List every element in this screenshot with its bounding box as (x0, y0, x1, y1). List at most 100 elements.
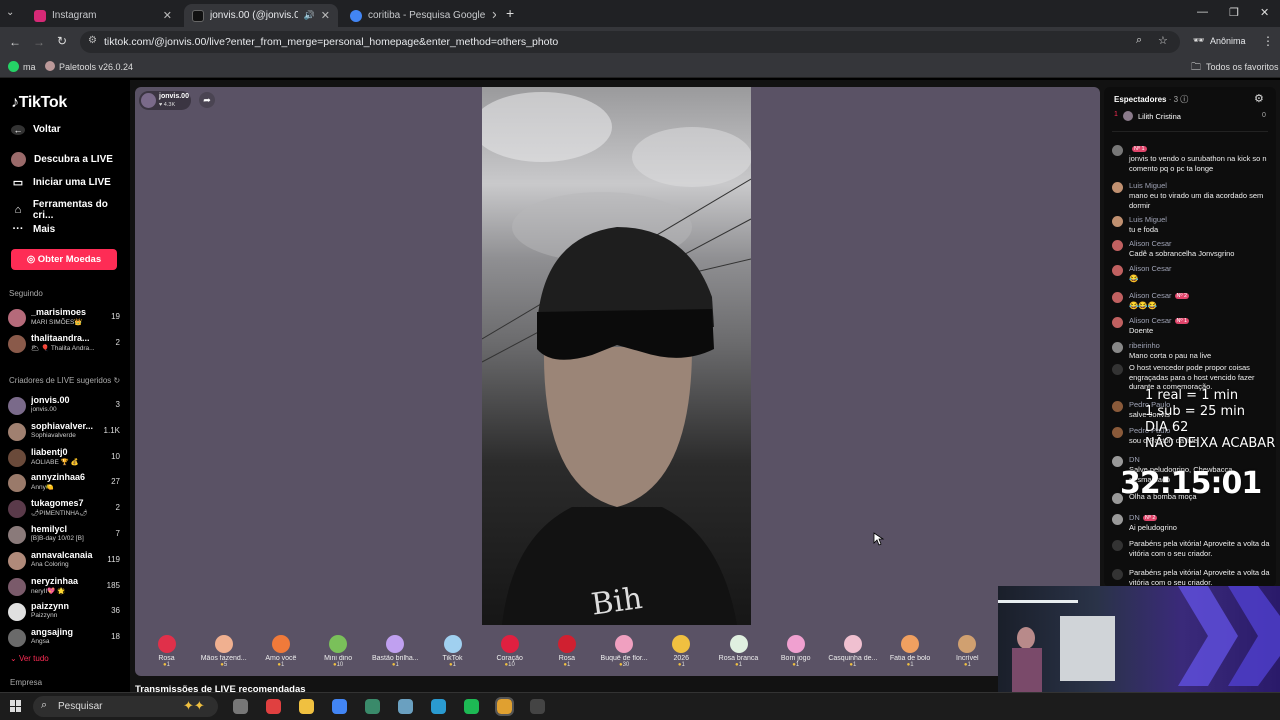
gift-item[interactable]: Fatia de bolo ●1 (882, 635, 939, 673)
close-tab-icon[interactable]: ✕ (163, 9, 172, 22)
bookmark-star-icon[interactable]: ☆ (1158, 34, 1168, 47)
forward-icon[interactable]: → (33, 35, 45, 49)
nav-creator-tools[interactable]: ⌂ Ferramentas do cri... (11, 199, 130, 221)
nav-start-live[interactable]: ▭ Iniciar uma LIVE (11, 176, 111, 189)
taskbar-search[interactable]: ⌕ Pesquisar ✦✦ (33, 696, 218, 717)
top-viewer-row[interactable]: 1 Lilith Cristina 0 (1114, 111, 1269, 123)
suggested-account[interactable]: hemilycl [B]B-day 10/02 [B] 7 (8, 523, 126, 547)
nav-more[interactable]: ··· Mais (11, 223, 56, 235)
back-icon[interactable]: ← (9, 35, 21, 49)
gift-name: Bom jogo (780, 655, 811, 662)
suggested-account[interactable]: paizzynn Paizzynn 36 (8, 600, 126, 624)
edge-icon[interactable] (431, 699, 446, 714)
profile-label[interactable]: Anônima (1210, 36, 1246, 46)
host-pill[interactable]: jonvis.00 ♥ 4.3K (139, 91, 191, 110)
task-view-icon[interactable] (233, 699, 248, 714)
reload-icon[interactable]: ↻ (57, 34, 67, 48)
gift-item[interactable]: Incrível ●1 (939, 635, 996, 673)
tab-google[interactable]: coritiba - Pesquisa Google ✕ (342, 4, 496, 27)
suggested-account[interactable]: sophiavalver... Sophiavalverde 1.1K (8, 420, 126, 444)
spotify-icon[interactable] (464, 699, 479, 714)
share-icon[interactable]: ➦ (199, 92, 215, 108)
address-bar[interactable]: ⚙ tiktok.com/@jonvis.00/live?enter_from_… (80, 31, 1180, 53)
close-tab-icon[interactable]: ✕ (491, 9, 496, 22)
restore-icon[interactable]: ❐ (1229, 6, 1239, 19)
chat-username[interactable]: Alison Cesar (1129, 239, 1172, 248)
following-account[interactable]: thalitaandra... 🌥 🎈 Thalita Andra... 2 (8, 332, 126, 356)
gift-item[interactable]: Buquê de flor... ●30 (596, 635, 653, 673)
suggested-account[interactable]: liabentj0 AOLIABE 🏆 💰 10 (8, 446, 126, 470)
chat-username[interactable]: Luis Miguel (1129, 181, 1167, 190)
gift-item[interactable]: Rosa ●1 (538, 635, 595, 673)
chat-username[interactable]: Alison Cesar Nº 1 (1129, 316, 1190, 325)
coin-icon: ◎ (26, 254, 36, 265)
account-name: annavalcanaia (31, 549, 93, 560)
app-icon[interactable] (365, 699, 380, 714)
suggested-account[interactable]: jonvis.00 jonvis.00 3 (8, 394, 126, 418)
gift-item[interactable]: Rosa ●1 (138, 635, 195, 673)
settings-gear-icon[interactable]: ⚙ (1254, 92, 1264, 105)
bookmark-item[interactable]: Paletools v26.0.24 (59, 62, 133, 72)
viewer-count: 27 (111, 477, 120, 487)
close-tab-icon[interactable]: ✕ (321, 9, 330, 22)
suggested-account[interactable]: annyzinhaa6 Anny🍋 27 (8, 471, 126, 495)
zoom-search-icon[interactable]: ⌕ (1136, 34, 1142, 47)
tab-tiktok[interactable]: jonvis.00 (@jonvis.00) com 🔊 ✕ (184, 4, 338, 27)
tab-instagram[interactable]: Instagram ✕ (26, 4, 180, 27)
tab-search-icon[interactable]: ⌄ (6, 7, 14, 18)
new-tab-button[interactable]: + (506, 5, 514, 21)
gift-name: Mini dino (324, 655, 353, 662)
file-explorer-icon[interactable] (299, 699, 314, 714)
chat-username[interactable]: ribeirinho (1129, 341, 1160, 350)
app-icon[interactable] (398, 699, 413, 714)
gift-item[interactable]: Amo você ●1 (252, 635, 309, 673)
host-name: jonvis.00 (159, 93, 189, 100)
following-account[interactable]: _marisimoes MARI SIMÕES👑 19 (8, 306, 126, 330)
chat-username[interactable]: Luis Miguel (1129, 215, 1167, 224)
windows-start-icon[interactable] (10, 700, 22, 712)
chat-username[interactable]: DN (1129, 455, 1140, 464)
gift-item[interactable]: 2026 ●1 (653, 635, 710, 673)
suggested-account[interactable]: angsajing Angsa 18 (8, 626, 126, 650)
bookmark-item[interactable]: ma (23, 62, 36, 72)
gift-item[interactable]: Mãos fazend... ●5 (195, 635, 252, 673)
chat-avatar (1112, 317, 1123, 328)
sidebar: ♪TikTok ← Voltar Descubra a LIVE ▭ Inici… (0, 80, 130, 692)
chrome-icon[interactable] (332, 699, 347, 714)
suggested-account[interactable]: tukagomes7 🌶PIMENTINHA🌶 2 (8, 497, 126, 521)
chrome-icon[interactable] (495, 697, 514, 716)
gift-item[interactable]: Bom jogo ●1 (767, 635, 824, 673)
menu-icon[interactable]: ⋮ (1262, 34, 1274, 48)
close-window-icon[interactable]: ✕ (1260, 6, 1269, 19)
gift-item[interactable]: Coração ●10 (481, 635, 538, 673)
gift-item[interactable]: Bastão brilha... ●1 (367, 635, 424, 673)
chat-username[interactable]: Alison Cesar Nº 2 (1129, 291, 1190, 300)
incognito-icon: 🕶 (1193, 35, 1205, 45)
gift-price: ●1 (449, 662, 456, 668)
gift-price: ●1 (563, 662, 571, 668)
get-coins-button[interactable]: ◎ Obter Moedas (11, 249, 117, 270)
app-icon[interactable] (266, 699, 281, 714)
gift-item[interactable]: Rosa branca ●1 (710, 635, 767, 673)
minimize-icon[interactable]: — (1197, 6, 1208, 18)
nav-discover-live[interactable]: Descubra a LIVE (11, 152, 113, 167)
chat-username[interactable]: Nº 1 (1129, 144, 1147, 153)
nav-back[interactable]: ← Voltar (11, 124, 61, 135)
gift-item[interactable]: Mini dino ●10 (310, 635, 367, 673)
all-bookmarks[interactable]: Todos os favoritos (1206, 62, 1279, 72)
obs-icon[interactable] (530, 699, 545, 714)
tiktok-logo[interactable]: ♪TikTok (11, 94, 67, 112)
chat-username[interactable]: Alison Cesar (1129, 264, 1172, 273)
suggested-account[interactable]: neryzinhaa neryII💖 🌟 185 (8, 575, 126, 599)
gift-price: ●5 (220, 662, 228, 668)
gift-item[interactable]: TikTok ●1 (424, 635, 481, 673)
account-name: annyzinhaa6 (31, 472, 86, 483)
site-info-icon[interactable]: ⚙ (88, 35, 97, 46)
chat-username[interactable]: DN Nº 2 (1129, 513, 1158, 522)
gift-item[interactable]: Casquinha de... ●1 (824, 635, 881, 673)
see-all-link[interactable]: ⌄ Ver tudo (10, 654, 49, 663)
speaker-icon[interactable]: 🔊 (304, 10, 315, 21)
live-video[interactable]: Bih (482, 87, 751, 625)
suggested-account[interactable]: annavalcanaia Ana Coloring 119 (8, 549, 126, 573)
company-link[interactable]: Empresa (10, 678, 42, 687)
